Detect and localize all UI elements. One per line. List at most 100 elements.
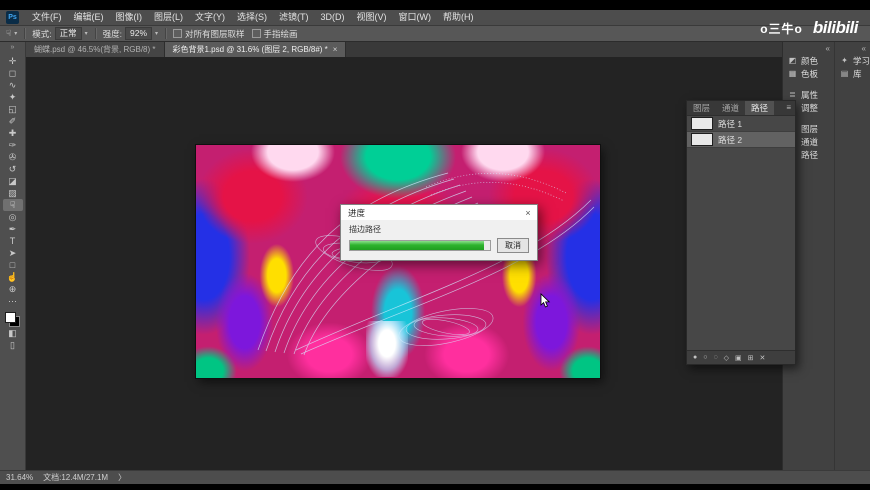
history-brush-tool[interactable]: ↺ xyxy=(3,163,23,175)
menu-item[interactable]: 帮助(H) xyxy=(437,10,480,25)
menu-item[interactable]: 视图(V) xyxy=(351,10,393,25)
panel-button-swatches[interactable]: ▦ 色板 xyxy=(783,67,834,80)
clone-stamp-tool[interactable]: ✇ xyxy=(3,151,23,163)
checkbox-icon[interactable] xyxy=(173,29,183,38)
progress-task-label: 描边路径 xyxy=(349,225,381,234)
panel-tab[interactable]: 图层 xyxy=(687,101,716,115)
new-path-icon[interactable]: ⊞ xyxy=(748,354,754,362)
sample-all-layers-label: 对所有图层取样 xyxy=(185,28,245,39)
letterbox-bottom xyxy=(0,484,870,490)
tool-preset-picker[interactable]: ☟ ▾ xyxy=(6,28,17,39)
document-tab[interactable]: 蝴蝶.psd @ 46.5%(背景, RGB/8) * xyxy=(26,42,165,57)
menu-item[interactable]: 滤镜(T) xyxy=(273,10,315,25)
strength-field[interactable]: 强度: 92% ▾ xyxy=(103,27,158,40)
edit-toolbar-button[interactable]: ⋯ xyxy=(3,295,23,307)
status-chevron-icon[interactable]: 〉 xyxy=(118,472,126,483)
paths-panel-header: 图层 通道 路径 ≡ xyxy=(687,101,795,116)
add-mask-icon[interactable]: ▣ xyxy=(735,354,742,362)
panel-label: 学习 xyxy=(852,55,870,66)
type-tool[interactable]: T xyxy=(3,235,23,247)
tool-icon: ✚ xyxy=(8,128,17,138)
collapse-panels-icon[interactable]: « xyxy=(783,43,834,54)
screen-mode-button[interactable]: ▯ xyxy=(3,339,23,351)
finger-painting-checkbox[interactable]: 手指绘画 xyxy=(251,28,298,40)
quick-selection-tool[interactable]: ✦ xyxy=(3,91,23,103)
panel-menu-icon[interactable]: ≡ xyxy=(786,101,795,115)
menu-item[interactable]: 图像(I) xyxy=(110,10,149,25)
sample-all-layers-checkbox[interactable]: 对所有图层取样 xyxy=(173,28,245,40)
healing-brush-tool[interactable]: ✚ xyxy=(3,127,23,139)
menu-item[interactable]: 文件(F) xyxy=(26,10,68,25)
tool-icon: ◪ xyxy=(8,176,17,186)
make-work-path-icon[interactable]: ◇ xyxy=(724,354,729,362)
shape-tool[interactable]: □ xyxy=(3,259,23,271)
tool-icon: ☟ xyxy=(9,200,16,210)
panel-icon: ▦ xyxy=(788,69,797,78)
menu-item[interactable]: 窗口(W) xyxy=(393,10,438,25)
options-bar: ☟ ▾ 模式: 正常 ▾ 强度: 92% ▾ 对所有图层取样 手指绘画 xyxy=(0,26,870,42)
panel-button-color[interactable]: ◩ 颜色 xyxy=(783,54,834,67)
crop-tool[interactable]: ◱ xyxy=(3,103,23,115)
panel-tab[interactable]: 通道 xyxy=(716,101,745,115)
foreground-color-swatch[interactable] xyxy=(5,312,16,323)
path-row[interactable]: 路径 2 xyxy=(687,132,795,148)
path-thumbnail xyxy=(691,117,713,130)
bilibili-watermark: o三牛o bilibili xyxy=(760,18,858,38)
dialog-close-icon[interactable]: × xyxy=(519,208,537,218)
menu-item[interactable]: 文字(Y) xyxy=(189,10,231,25)
panel-tabs: 图层 通道 路径 xyxy=(687,101,775,115)
menu-item[interactable]: 编辑(E) xyxy=(68,10,110,25)
zoom-tool[interactable]: ⊕ xyxy=(3,283,23,295)
eyedropper-tool[interactable]: ✐ xyxy=(3,115,23,127)
pen-tool[interactable]: ✒ xyxy=(3,223,23,235)
blend-mode-select[interactable]: 模式: 正常 ▾ xyxy=(32,27,88,40)
canvas-pasteboard[interactable] xyxy=(26,57,782,470)
brush-tool[interactable]: ✑ xyxy=(3,139,23,151)
collapse-panels-icon[interactable]: « xyxy=(835,43,870,54)
tool-bar: » ✛ ◻ ∿ ✦ ◱ ✐ ✚ ✑ ✇ ↺ ◪ ▨ ☟ ◎ ✒ T ➤ □ ☝ ⊕ ⋯ ◧ ▯ xyxy=(0,42,26,470)
dock-side-column: « ✦ 学习 ▤ 库 xyxy=(835,42,870,470)
menu-item[interactable]: 选择(S) xyxy=(231,10,273,25)
path-selection-tool[interactable]: ➤ xyxy=(3,247,23,259)
tool-icon: ✒ xyxy=(8,224,17,234)
fill-path-icon[interactable]: ● xyxy=(693,354,697,361)
panel-tab[interactable]: 路径 xyxy=(745,101,775,115)
panel-label: 图层 xyxy=(801,123,819,134)
chevron-down-icon: ▾ xyxy=(14,31,18,37)
tool-icon: T xyxy=(9,236,16,246)
document-tab-label: 彩色背景1.psd @ 31.6% (图层 2, RGB/8#) * xyxy=(172,45,328,54)
hand-tool[interactable]: ☝ xyxy=(3,271,23,283)
mode-value[interactable]: 正常 xyxy=(54,27,82,40)
tool-icon: ✑ xyxy=(8,140,17,150)
move-tool[interactable]: ✛ xyxy=(3,55,23,67)
delete-path-icon[interactable]: ✕ xyxy=(760,354,766,362)
smudge-tool[interactable]: ☟ xyxy=(2,199,23,211)
lasso-tool[interactable]: ∿ xyxy=(3,79,23,91)
quick-mask-button[interactable]: ◧ xyxy=(3,327,23,339)
menu-item[interactable]: 图层(L) xyxy=(148,10,189,25)
panel-button-libraries[interactable]: ▤ 库 xyxy=(835,67,870,80)
tab-close-icon[interactable]: × xyxy=(333,42,338,57)
stroke-path-icon[interactable]: ○ xyxy=(703,354,707,361)
cancel-button[interactable]: 取消 xyxy=(497,238,529,253)
path-row[interactable]: 路径 1 xyxy=(687,116,795,132)
panel-label: 属性 xyxy=(801,89,819,100)
panel-button-learn[interactable]: ✦ 学习 xyxy=(835,54,870,67)
document-canvas[interactable] xyxy=(196,145,600,378)
eraser-tool[interactable]: ◪ xyxy=(3,175,23,187)
document-tab[interactable]: 彩色背景1.psd @ 31.6% (图层 2, RGB/8#) * × xyxy=(164,42,347,57)
dialog-title-bar[interactable]: 进度 × xyxy=(341,205,537,220)
tool-icon: ☝ xyxy=(6,272,19,282)
panel-icon: ✦ xyxy=(841,56,848,65)
document-tab-label: 蝴蝶.psd @ 46.5%(背景, RGB/8) * xyxy=(34,45,156,54)
load-selection-icon[interactable]: ◌ xyxy=(713,354,717,361)
checkbox-icon[interactable] xyxy=(251,29,261,38)
strength-value[interactable]: 92% xyxy=(124,27,152,40)
marquee-tool[interactable]: ◻ xyxy=(3,67,23,79)
stroked-path-art xyxy=(257,172,595,356)
zoom-level[interactable]: 31.64% xyxy=(6,473,33,482)
toolbar-collapse-icon[interactable]: » xyxy=(11,44,15,55)
menu-item[interactable]: 3D(D) xyxy=(315,10,351,25)
gradient-tool[interactable]: ▨ xyxy=(3,187,23,199)
dodge-tool[interactable]: ◎ xyxy=(3,211,23,223)
